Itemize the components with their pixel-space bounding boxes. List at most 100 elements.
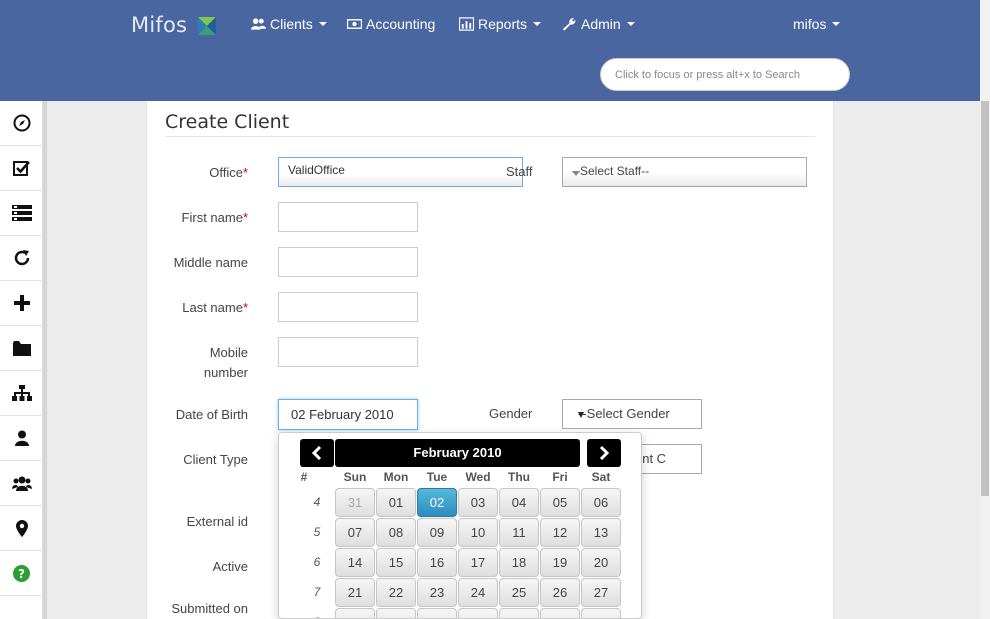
nav-admin[interactable]: Admin xyxy=(562,16,635,32)
datepicker-day[interactable]: 07 xyxy=(335,518,375,547)
datepicker-day[interactable]: 03 xyxy=(458,608,498,618)
brand-logo[interactable]: Mifos xyxy=(131,13,216,39)
client-type-label: Client Type xyxy=(183,452,248,467)
user-icon xyxy=(14,430,29,446)
first-name-label: First name* xyxy=(158,208,248,228)
first-name-input[interactable] xyxy=(279,203,417,231)
sidebar-item-navigation[interactable] xyxy=(0,191,43,236)
folder-icon xyxy=(12,340,31,356)
staff-select[interactable]: --Select Staff-- xyxy=(562,157,807,187)
datepicker-day[interactable]: 03 xyxy=(458,488,498,517)
datepicker-day[interactable]: 28 xyxy=(335,608,375,618)
sidebar-item-create[interactable] xyxy=(0,281,43,326)
datepicker-day[interactable]: 14 xyxy=(335,548,375,577)
nav-accounting-label: Accounting xyxy=(366,16,436,32)
datepicker-month-title[interactable]: February 2010 xyxy=(335,439,580,467)
nav-clients[interactable]: Clients xyxy=(251,16,327,32)
datepicker-day[interactable]: 02 xyxy=(417,488,457,517)
chevron-down-icon xyxy=(318,22,327,26)
first-name-field xyxy=(278,202,418,232)
nav-reports[interactable]: Reports xyxy=(459,16,542,32)
datepicker-day[interactable]: 25 xyxy=(499,578,539,607)
datepicker-day[interactable]: 24 xyxy=(458,578,498,607)
datepicker-day[interactable]: 02 xyxy=(417,608,457,618)
title-divider xyxy=(165,136,815,137)
users-icon xyxy=(251,18,266,30)
office-select[interactable]: ValidOffice xyxy=(278,157,523,187)
last-name-input[interactable] xyxy=(279,293,417,321)
sidebar-item-dashboard[interactable] xyxy=(0,101,43,146)
datepicker-day[interactable]: 01 xyxy=(376,488,416,517)
mobile-label-line1: Mobile xyxy=(209,345,248,360)
dob-input[interactable] xyxy=(279,400,417,429)
office-label: Office* xyxy=(158,163,248,183)
chevron-down-icon xyxy=(626,22,635,26)
sidebar-item-organization[interactable] xyxy=(0,371,43,416)
datepicker-day[interactable]: 22 xyxy=(376,578,416,607)
left-sidebar: ? xyxy=(0,101,43,619)
datepicker-day[interactable]: 04 xyxy=(499,608,539,618)
sidebar-item-folders[interactable] xyxy=(0,326,43,371)
datepicker-day[interactable]: 01 xyxy=(376,608,416,618)
datepicker-day[interactable]: 27 xyxy=(581,578,621,607)
weekday-header: Fri xyxy=(552,470,568,484)
datepicker-day[interactable]: 10 xyxy=(458,518,498,547)
page-title: Create Client xyxy=(165,111,290,133)
sidebar-item-tasks[interactable] xyxy=(0,146,43,191)
datepicker-day[interactable]: 13 xyxy=(581,518,621,547)
mobile-number-input[interactable] xyxy=(279,338,417,366)
datepicker-day[interactable]: 17 xyxy=(458,548,498,577)
datepicker-next-button[interactable] xyxy=(587,439,621,467)
sidebar-item-user[interactable] xyxy=(0,416,43,461)
user-menu[interactable]: mifos xyxy=(793,16,841,32)
refresh-icon xyxy=(14,250,29,266)
staff-label: Staff xyxy=(506,164,533,179)
scrollbar-thumb[interactable] xyxy=(981,101,989,496)
datepicker-popup: February 2010 # Sun Mon Tue Wed Thu Fri Sat 4 31… xyxy=(278,432,642,619)
office-label-text: Office xyxy=(209,165,243,180)
datepicker-day[interactable]: 06 xyxy=(581,488,621,517)
mobile-number-label: Mobile number xyxy=(158,343,248,383)
office-select-value: ValidOffice xyxy=(288,163,345,177)
compass-icon xyxy=(13,114,30,132)
brand-logo-icon xyxy=(198,17,216,35)
help-icon: ? xyxy=(13,564,30,582)
required-mark: * xyxy=(242,210,248,225)
datepicker-day[interactable]: 18 xyxy=(499,548,539,577)
last-name-field xyxy=(278,292,418,322)
org-chart-icon xyxy=(11,385,32,401)
map-marker-icon xyxy=(15,519,28,537)
datepicker-day[interactable]: 12 xyxy=(540,518,580,547)
first-name-label-text: First name xyxy=(181,210,243,225)
datepicker-day[interactable]: 16 xyxy=(417,548,457,577)
datepicker-day[interactable]: 23 xyxy=(417,578,457,607)
page-scrollbar[interactable] xyxy=(980,0,990,619)
datepicker-day[interactable]: 05 xyxy=(540,608,580,618)
chevron-right-icon xyxy=(599,446,609,460)
datepicker-day[interactable]: 31 xyxy=(335,488,375,517)
datepicker-day[interactable]: 26 xyxy=(540,578,580,607)
sidebar-item-help[interactable]: ? xyxy=(0,551,43,596)
datepicker-prev-button[interactable] xyxy=(300,439,334,467)
datepicker-day[interactable]: 09 xyxy=(417,518,457,547)
submitted-on-label: Submitted on xyxy=(171,601,248,616)
group-icon xyxy=(11,476,32,491)
gender-select[interactable]: --Select Gender xyxy=(562,399,702,429)
sidebar-item-location[interactable] xyxy=(0,506,43,551)
datepicker-day[interactable]: 11 xyxy=(499,518,539,547)
sidebar-item-groups[interactable] xyxy=(0,461,43,506)
last-name-label: Last name* xyxy=(158,298,248,318)
middle-name-input[interactable] xyxy=(279,248,417,276)
wrench-icon xyxy=(562,18,576,31)
datepicker-day[interactable]: 08 xyxy=(376,518,416,547)
nav-accounting[interactable]: Accounting xyxy=(347,16,435,32)
search-input[interactable] xyxy=(601,59,849,90)
datepicker-day[interactable]: 05 xyxy=(540,488,580,517)
datepicker-day[interactable]: 21 xyxy=(335,578,375,607)
datepicker-day[interactable]: 19 xyxy=(540,548,580,577)
datepicker-day[interactable]: 15 xyxy=(376,548,416,577)
sidebar-item-refresh[interactable] xyxy=(0,236,43,281)
datepicker-day[interactable]: 04 xyxy=(499,488,539,517)
datepicker-day[interactable]: 06 xyxy=(581,608,621,618)
datepicker-day[interactable]: 20 xyxy=(581,548,621,577)
